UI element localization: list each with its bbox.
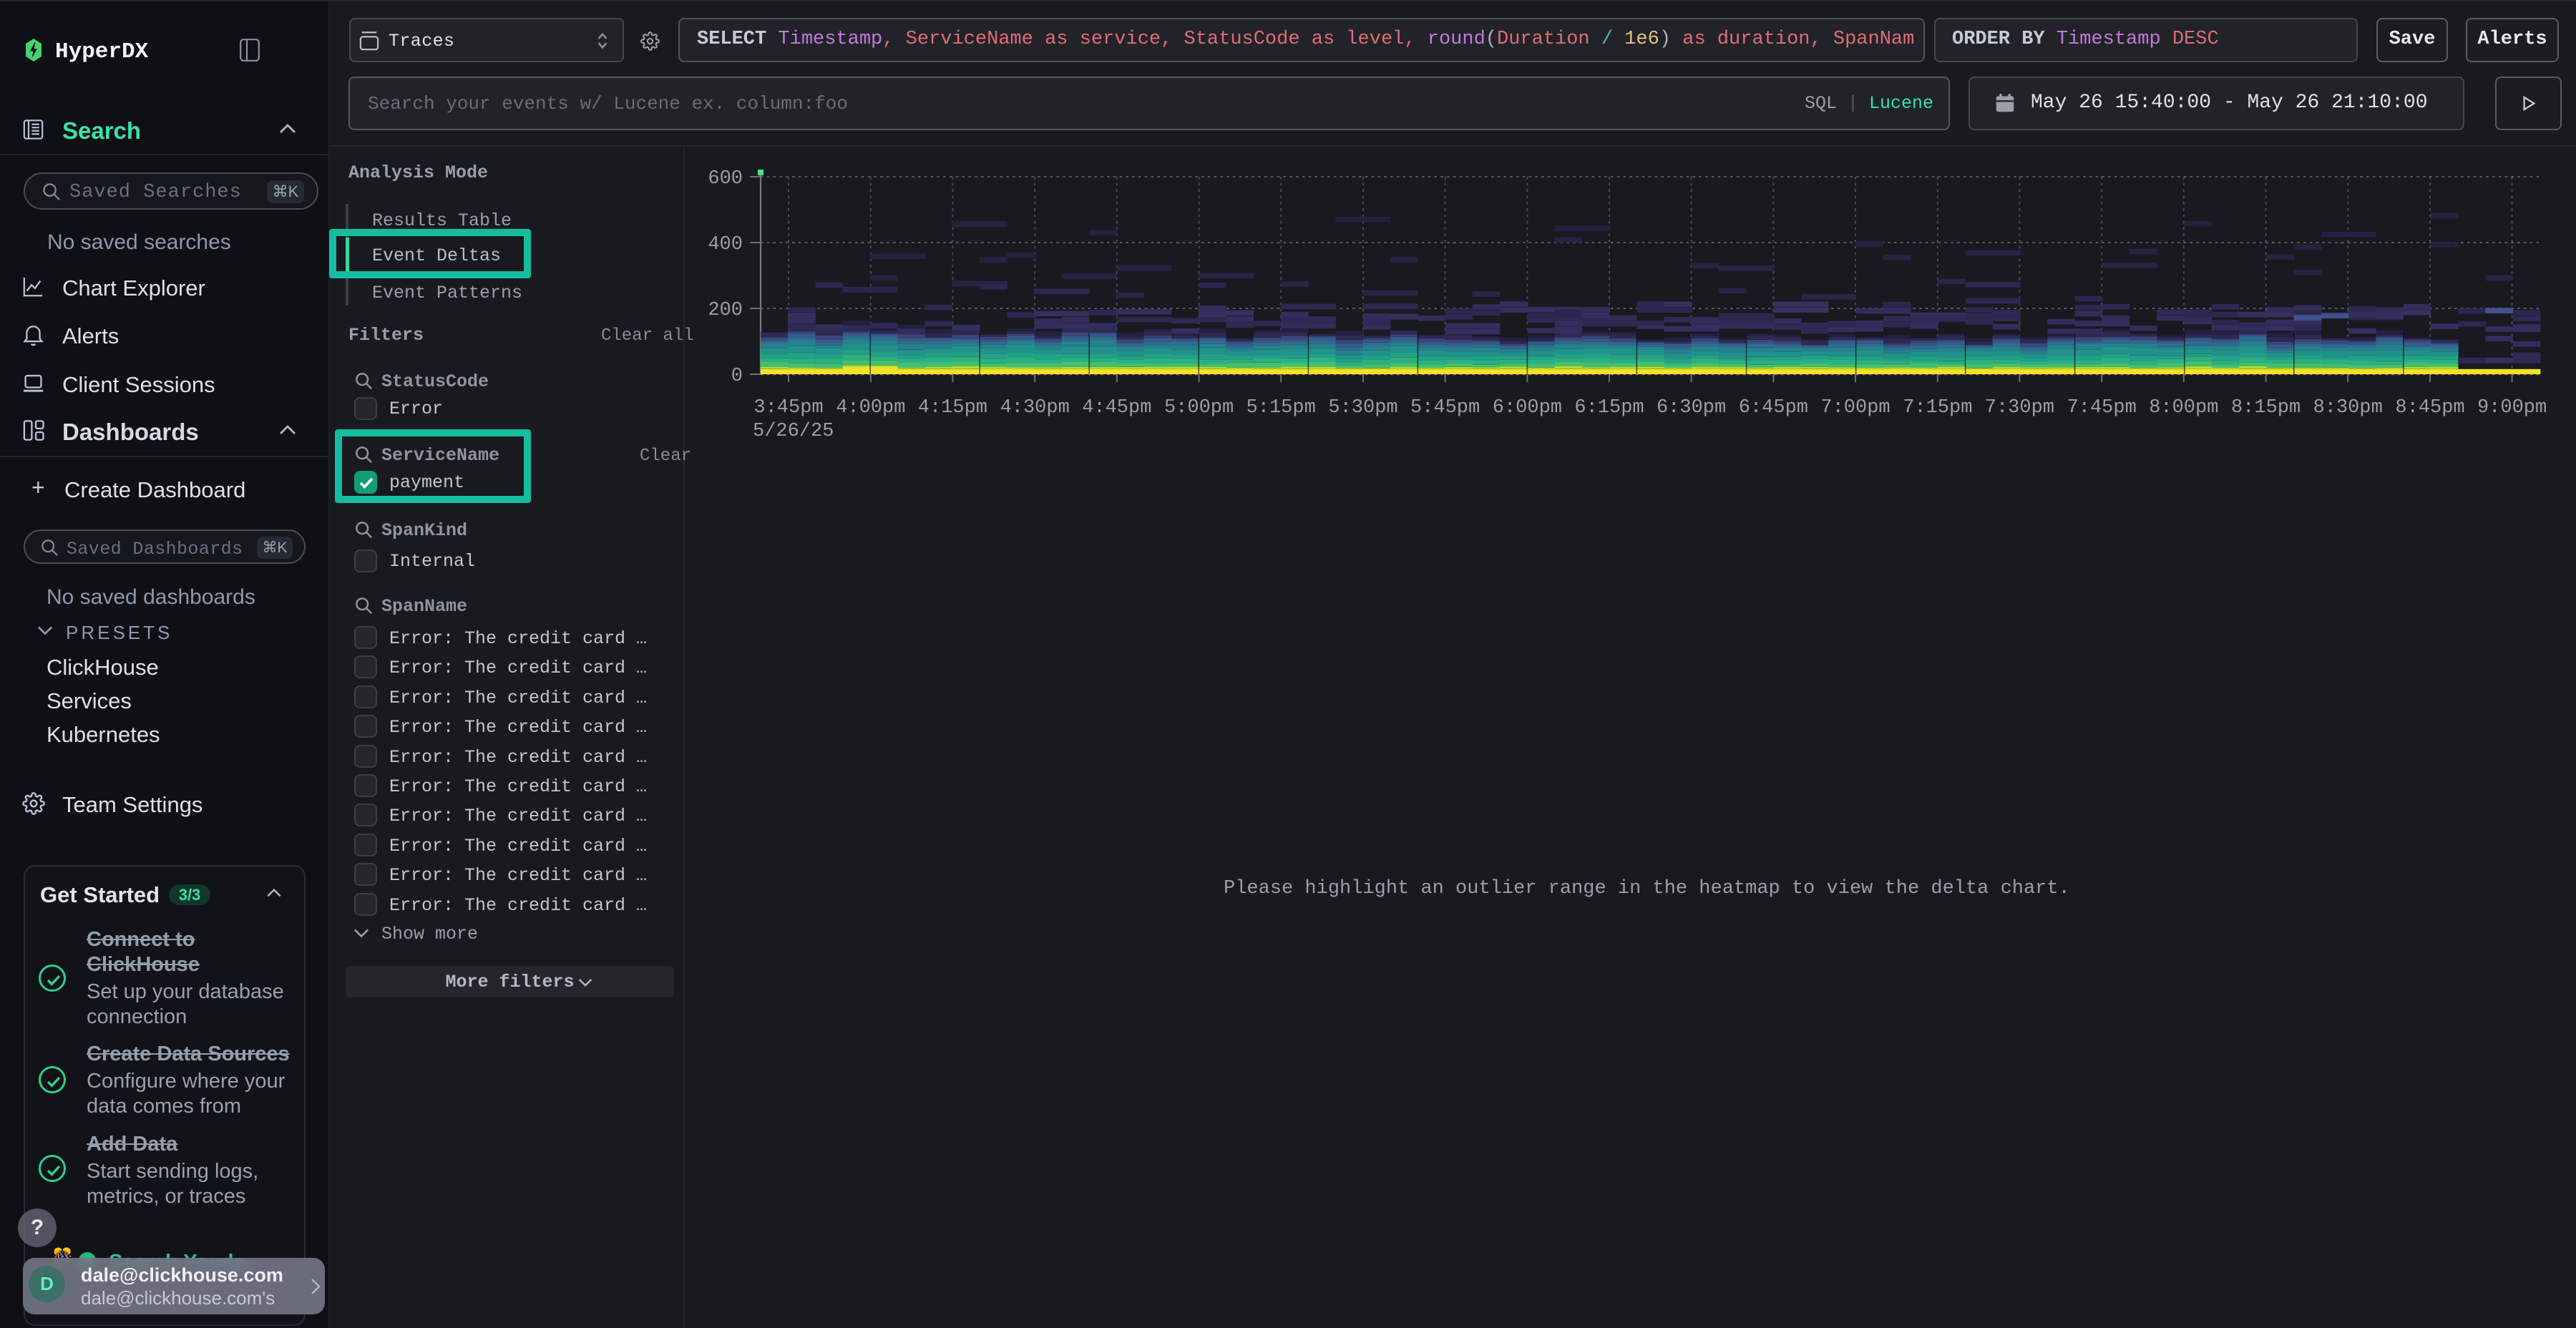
svg-text:7:15pm: 7:15pm — [1903, 397, 1972, 419]
svg-text:7:00pm: 7:00pm — [1820, 397, 1890, 419]
svg-text:4:00pm: 4:00pm — [836, 397, 905, 419]
svg-text:6:00pm: 6:00pm — [1493, 397, 1562, 419]
svg-text:0: 0 — [731, 366, 743, 387]
svg-text:7:45pm: 7:45pm — [2067, 397, 2137, 419]
svg-text:8:30pm: 8:30pm — [2313, 397, 2383, 419]
svg-text:8:15pm: 8:15pm — [2231, 397, 2301, 419]
svg-text:5/26/25: 5/26/25 — [753, 421, 834, 442]
svg-text:6:30pm: 6:30pm — [1657, 397, 1726, 419]
svg-text:8:00pm: 8:00pm — [2149, 397, 2218, 419]
svg-text:4:45pm: 4:45pm — [1082, 397, 1151, 419]
svg-text:600: 600 — [708, 168, 743, 190]
svg-text:3:45pm: 3:45pm — [753, 397, 823, 419]
svg-text:7:30pm: 7:30pm — [1985, 397, 2054, 419]
svg-text:8:45pm: 8:45pm — [2395, 397, 2464, 419]
svg-text:5:15pm: 5:15pm — [1246, 397, 1316, 419]
svg-text:9:00pm: 9:00pm — [2477, 397, 2547, 419]
svg-text:200: 200 — [708, 300, 743, 321]
svg-text:5:45pm: 5:45pm — [1410, 397, 1480, 419]
svg-text:400: 400 — [708, 234, 743, 255]
svg-text:5:30pm: 5:30pm — [1328, 397, 1397, 419]
svg-text:4:15pm: 4:15pm — [918, 397, 987, 419]
svg-text:5:00pm: 5:00pm — [1164, 397, 1234, 419]
svg-text:4:30pm: 4:30pm — [1000, 397, 1070, 419]
svg-text:6:15pm: 6:15pm — [1574, 397, 1644, 419]
svg-text:6:45pm: 6:45pm — [1739, 397, 1808, 419]
